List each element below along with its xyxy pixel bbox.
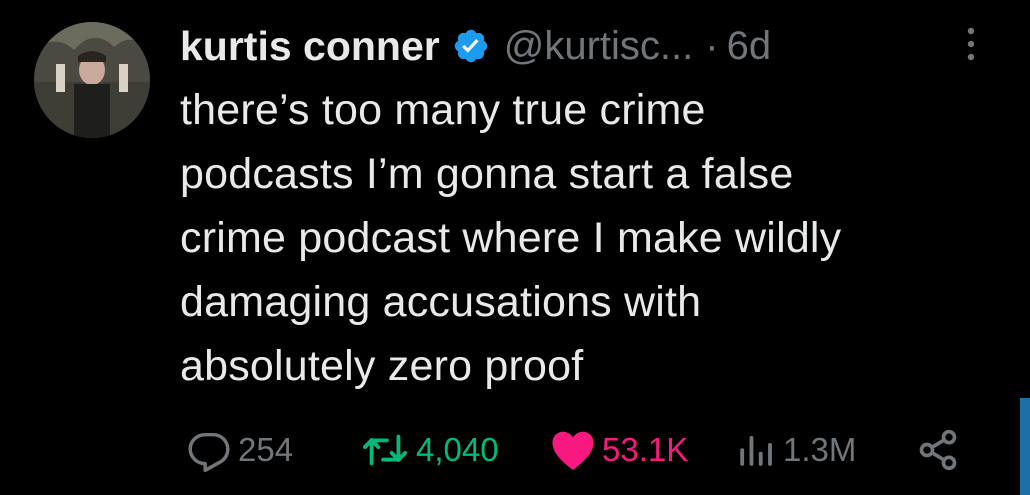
tweet-text-line: absolutely zero proof <box>180 342 584 390</box>
author-handle[interactable]: @kurtisc... <box>504 24 694 69</box>
tweet-timestamp[interactable]: 6d <box>727 24 772 69</box>
avatar-image <box>34 22 150 138</box>
tweet-text-line: damaging accusations with <box>180 278 702 326</box>
heart-icon <box>550 428 596 472</box>
reply-button[interactable]: 254 <box>186 420 293 480</box>
action-bar: 254 4,040 53.1K 1.3M <box>180 420 980 480</box>
reply-count: 254 <box>238 431 294 468</box>
share-icon <box>916 428 960 472</box>
more-icon[interactable] <box>956 24 986 64</box>
verified-badge-icon <box>452 27 490 65</box>
retweet-icon <box>360 427 410 473</box>
avatar[interactable] <box>34 22 150 138</box>
tweet-text-line: podcasts I’m gonna start a false <box>180 150 794 198</box>
views-button[interactable]: 1.3M <box>735 420 856 480</box>
view-count: 1.3M <box>783 431 857 468</box>
retweet-count: 4,040 <box>416 431 499 468</box>
like-button[interactable]: 53.1K <box>550 420 688 480</box>
tweet-text: there’s too many true crime podcasts I’m… <box>180 78 980 398</box>
author-display-name[interactable]: kurtis conner <box>180 23 440 70</box>
retweet-button[interactable]: 4,040 <box>360 420 499 480</box>
tweet-card[interactable]: kurtis conner @kurtisc... · 6d there’s t… <box>0 0 1030 495</box>
tweet-header: kurtis conner @kurtisc... · 6d <box>180 16 771 76</box>
separator-dot: · <box>705 23 719 68</box>
views-icon <box>735 429 777 471</box>
scrollbar[interactable] <box>1020 398 1030 495</box>
tweet-text-line: crime podcast where I make wildly <box>180 214 842 262</box>
reply-icon <box>186 427 232 473</box>
share-button[interactable] <box>916 420 960 480</box>
tweet-text-line: there’s too many true crime <box>180 86 706 134</box>
like-count: 53.1K <box>602 431 689 468</box>
